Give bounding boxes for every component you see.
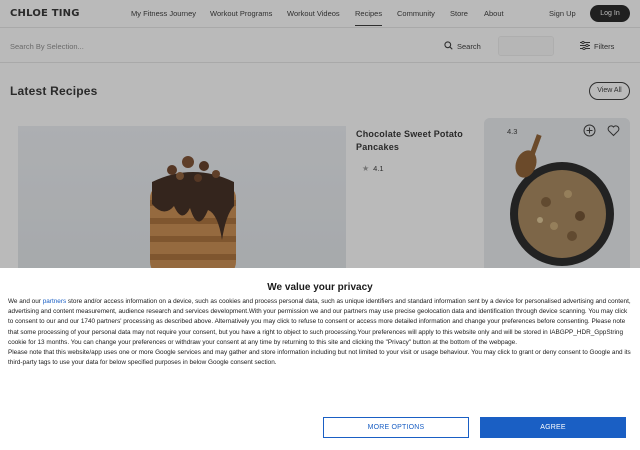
- consent-body: We and our partners store and/or access …: [8, 297, 632, 368]
- recipe-title[interactable]: Chocolate Sweet Potato Pancakes: [356, 128, 466, 154]
- recipe-search-bar: Search Filters: [0, 29, 640, 63]
- recipe-image-granola[interactable]: [484, 118, 630, 278]
- consent-p1-after: store and/or access information on a dev…: [8, 298, 631, 346]
- filters-icon: [580, 40, 590, 52]
- nav-my-fitness-journey[interactable]: My Fitness Journey: [131, 9, 196, 18]
- consent-title: We value your privacy: [267, 282, 373, 293]
- consent-paragraph-1: We and our partners store and/or access …: [8, 297, 632, 348]
- agree-button[interactable]: AGREE: [480, 417, 626, 438]
- consent-p1-before: We and our: [8, 298, 43, 305]
- recipe-rating: ★ 4.1: [362, 164, 384, 173]
- top-nav: CHLOE TING My Fitness Journey Workout Pr…: [0, 0, 640, 28]
- nav-community[interactable]: Community: [397, 9, 435, 18]
- add-to-plan-icon[interactable]: [583, 124, 596, 137]
- log-in-button[interactable]: Log In: [590, 5, 630, 22]
- consent-paragraph-2: Please note that this website/app uses o…: [8, 349, 631, 367]
- granola-bowl-illustration: [484, 118, 630, 278]
- nav-about[interactable]: About: [484, 9, 504, 18]
- search-input[interactable]: [10, 39, 410, 53]
- view-all-button[interactable]: View All: [589, 82, 630, 100]
- nav-workout-programs[interactable]: Workout Programs: [210, 9, 272, 18]
- partners-link[interactable]: partners: [43, 298, 66, 305]
- favorite-heart-icon[interactable]: [607, 124, 620, 137]
- section-title: Latest Recipes: [10, 84, 98, 98]
- search-button[interactable]: Search: [444, 40, 481, 52]
- recipe2-rating-value: 4.3: [507, 127, 518, 136]
- nav-store[interactable]: Store: [450, 9, 468, 18]
- recipe-rating-value: 4.1: [373, 164, 384, 173]
- star-icon: ★: [362, 164, 370, 173]
- filters-label: Filters: [594, 41, 615, 51]
- site-logo[interactable]: CHLOE TING: [10, 8, 80, 19]
- sign-up-link[interactable]: Sign Up: [549, 9, 576, 18]
- search-button-label: Search: [457, 41, 481, 51]
- recipe-image-pancakes[interactable]: [18, 126, 346, 276]
- search-icon: [444, 40, 453, 52]
- nav-workout-videos[interactable]: Workout Videos: [287, 9, 340, 18]
- nav-recipes[interactable]: Recipes: [355, 9, 383, 26]
- more-options-button[interactable]: MORE OPTIONS: [323, 417, 469, 438]
- filters-button[interactable]: Filters: [580, 40, 614, 52]
- pancake-stack-illustration: [138, 156, 248, 276]
- sort-dropdown[interactable]: [498, 36, 554, 56]
